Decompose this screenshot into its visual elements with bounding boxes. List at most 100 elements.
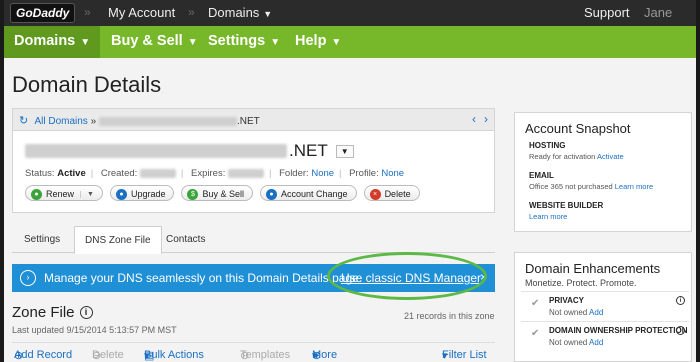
user-menu[interactable]: Jane	[644, 5, 672, 20]
page-title: Domain Details	[12, 72, 162, 97]
snapshot-email: EMAIL Office 365 not purchased Learn mor…	[529, 171, 653, 191]
all-domains-link[interactable]: All Domains	[34, 116, 87, 127]
nav-label: Help	[295, 33, 327, 49]
zone-last-updated: Last updated 9/15/2014 5:13:57 PM MST	[12, 325, 177, 335]
refresh-icon[interactable]: ↻	[19, 115, 28, 127]
domain-pager: ‹ ›	[464, 112, 488, 126]
tab-dns-zone-file[interactable]: DNS Zone File	[74, 226, 162, 254]
status-value: Active	[57, 168, 86, 179]
more-label: More	[312, 349, 338, 361]
email-heading: EMAIL	[529, 171, 554, 180]
zone-file-title: Zone File	[12, 304, 75, 321]
zone-record-count: 21 records in this zone	[404, 311, 495, 321]
bulk-actions-button[interactable]: ▤ Bulk Actions ▾	[144, 349, 204, 362]
browser-frame: GoDaddy » My Account » Domains ▼ Support …	[4, 0, 696, 362]
user-name: Jane	[644, 5, 673, 20]
domain-options-dropdown[interactable]: ▼	[335, 144, 354, 158]
godaddy-logo[interactable]: GoDaddy	[10, 3, 76, 23]
support-link[interactable]: Support	[584, 5, 630, 20]
tab-contacts[interactable]: Contacts	[166, 234, 205, 245]
enhancements-subtitle: Monetize. Protect. Promote.	[525, 278, 637, 288]
enhancement-ownership-protection: ✔ DOMAIN OWNERSHIP PROTECTION Not owned …	[521, 321, 689, 362]
activate-link[interactable]: Activate	[597, 152, 624, 161]
account-change-label: Account Change	[281, 189, 348, 199]
tab-settings[interactable]: Settings	[24, 234, 60, 245]
email-status: Office 365 not purchased	[529, 182, 613, 191]
account-snapshot-panel: Account Snapshot HOSTING Ready for activ…	[514, 112, 692, 232]
privacy-add-link[interactable]: Add	[589, 308, 603, 317]
nav-item-domains[interactable]: Domains ▼	[4, 26, 101, 58]
upgrade-button[interactable]: ● Upgrade	[109, 185, 175, 201]
more-button[interactable]: ⊕ More ▾	[312, 349, 337, 362]
folder-label: Folder:	[279, 168, 309, 179]
ownership-protection-add-link[interactable]: Add	[589, 338, 603, 347]
snapshot-hosting: HOSTING Ready for activation Activate	[529, 141, 624, 161]
domain-heading: .NET ▼	[25, 141, 354, 161]
check-icon: ✔	[531, 298, 540, 309]
separator-icon: »	[188, 5, 195, 19]
chevron-down-icon[interactable]: ▼	[80, 190, 94, 198]
user-icon: ●	[266, 188, 278, 200]
filter-list-label: Filter List	[442, 349, 487, 361]
profile-link[interactable]: None	[381, 168, 404, 179]
breadcrumb-separator: »	[90, 116, 97, 127]
domains-label: Domains	[208, 5, 260, 20]
renew-button[interactable]: ● Renew ▼	[25, 185, 103, 201]
info-icon[interactable]: i	[676, 296, 685, 305]
website-builder-heading: WEBSITE BUILDER	[529, 201, 604, 210]
blurred-domain-name	[25, 144, 287, 158]
folder-link[interactable]: None	[311, 168, 334, 179]
enhancements-title: Domain Enhancements	[525, 261, 661, 276]
status-label: Status:	[25, 168, 55, 179]
nav-item-settings[interactable]: Settings ▼	[208, 33, 280, 49]
nav-label: Settings	[208, 33, 266, 49]
upgrade-icon: ●	[115, 188, 127, 200]
domains-menu[interactable]: Domains ▼	[208, 5, 272, 20]
zone-file-heading: Zone File i	[12, 304, 93, 321]
delete-button[interactable]: × Delete	[363, 185, 420, 201]
delete-icon: ×	[369, 188, 381, 200]
chevron-left-icon[interactable]: ‹	[472, 112, 476, 126]
renew-label: Renew	[46, 189, 75, 199]
my-account-label: My Account	[108, 5, 176, 20]
detail-tabs: Settings DNS Zone File Contacts	[12, 226, 495, 254]
bulk-actions-label: Bulk Actions	[144, 349, 204, 361]
created-label: Created:	[100, 168, 138, 179]
info-icon[interactable]: i	[676, 326, 685, 335]
top-bar: GoDaddy » My Account » Domains ▼ Support …	[4, 0, 696, 26]
privacy-status: Not owned	[549, 308, 588, 317]
domain-card: ↻ All Domains » .NET ‹ › .NET ▼ Status: A…	[12, 108, 495, 213]
classic-dns-manager-link[interactable]: Use classic DNS Manager	[341, 271, 481, 285]
nav-label: Domains	[14, 33, 76, 49]
filter-list-button[interactable]: Filter List ▾	[442, 349, 487, 362]
email-learn-more-link[interactable]: Learn more	[615, 182, 653, 191]
domain-tld: .NET	[289, 141, 328, 160]
hosting-heading: HOSTING	[529, 141, 566, 150]
divider	[12, 342, 495, 343]
check-icon: ✔	[531, 328, 540, 339]
info-icon[interactable]: i	[79, 306, 93, 319]
breadcrumb-tld: .NET	[236, 116, 260, 127]
nav-item-buy-sell[interactable]: Buy & Sell ▼	[111, 33, 198, 49]
snapshot-title: Account Snapshot	[525, 121, 631, 136]
expires-label: Expires:	[191, 168, 226, 179]
my-account-menu[interactable]: My Account	[108, 5, 175, 20]
close-icon[interactable]: ×	[480, 270, 487, 284]
snapshot-website-builder: WEBSITE BUILDER Learn more	[529, 201, 603, 221]
banner-message: Manage your DNS seamlessly on this Domai…	[44, 271, 363, 285]
chevron-down-icon: ▼	[331, 37, 342, 48]
website-builder-learn-more-link[interactable]: Learn more	[529, 212, 567, 221]
nav-label: Buy & Sell	[111, 33, 183, 49]
breadcrumb: ↻ All Domains » .NET ‹ ›	[13, 109, 494, 131]
domain-actions: ● Renew ▼ ● Upgrade $ Buy & Sell ● Account Ch…	[25, 185, 420, 201]
buy-sell-label: Buy & Sell	[202, 189, 245, 199]
hosting-status: Ready for activation	[529, 152, 596, 161]
chevron-down-icon: ▼	[270, 37, 281, 48]
delete-label: Delete	[384, 189, 411, 199]
nav-item-help[interactable]: Help ▼	[295, 33, 341, 49]
account-change-button[interactable]: ● Account Change	[260, 185, 357, 201]
chevron-right-icon[interactable]: ›	[484, 112, 488, 126]
ownership-protection-status: Not owned	[549, 338, 588, 347]
buy-sell-button[interactable]: $ Buy & Sell	[181, 185, 254, 201]
ownership-protection-heading: DOMAIN OWNERSHIP PROTECTION	[549, 326, 688, 335]
